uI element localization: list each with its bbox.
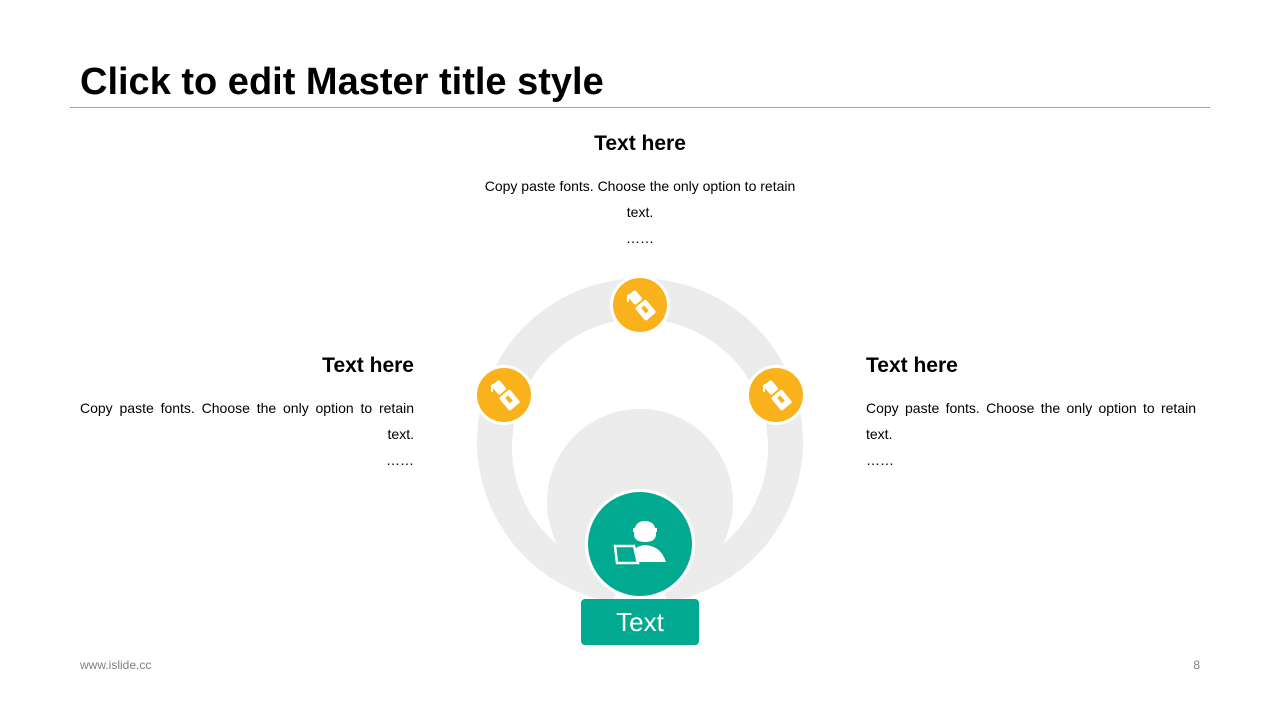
- center-node[interactable]: [585, 489, 695, 599]
- node-left[interactable]: [474, 365, 534, 425]
- node-right[interactable]: [746, 365, 806, 425]
- center-label-box[interactable]: Text: [581, 599, 699, 645]
- page-number: 8: [1193, 658, 1200, 672]
- node-top[interactable]: [610, 275, 670, 335]
- footer-url: www.islide.cc: [80, 658, 152, 672]
